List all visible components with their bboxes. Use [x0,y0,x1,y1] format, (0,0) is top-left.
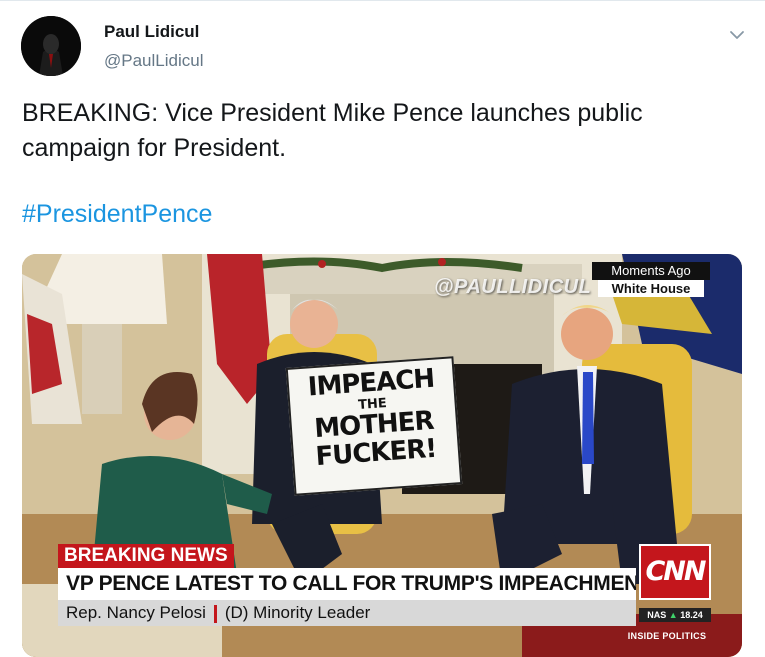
watermark: @PAULLIDICUL [434,276,592,298]
cnn-logo-text: CNN [645,556,706,587]
subline-name: Rep. Nancy Pelosi [66,603,206,622]
protest-sign: IMPEACH THE MOTHER FUCKER! [285,356,463,496]
author-name[interactable]: Paul Lidicul [104,22,199,42]
top-divider [0,0,765,1]
lower-third-divider [213,604,217,623]
ticker-symbol: NAS [647,610,667,620]
tweet-media[interactable]: @PAULLIDICUL Moments Ago White House IMP… [22,254,742,657]
cnn-logo: CNN [639,544,711,600]
subline-title: (D) Minority Leader [224,603,371,622]
breaking-news-tag: BREAKING NEWS [58,544,234,568]
ticker-value: 18.24 [680,610,703,620]
location-badge: White House [598,280,704,297]
chevron-down-icon[interactable] [728,26,746,44]
lower-third: Rep. Nancy Pelosi (D) Minority Leader [58,600,636,626]
program-label: INSIDE POLITICS [627,631,707,641]
time-badge: Moments Ago [592,262,710,280]
headline-banner: VP PENCE LATEST TO CALL FOR TRUMP'S IMPE… [58,568,636,600]
author-handle[interactable]: @PaulLidicul [104,51,203,71]
avatar-image [21,16,81,76]
avatar[interactable] [21,16,81,76]
hashtag-link[interactable]: #PresidentPence [22,200,212,229]
tweet-text: BREAKING: Vice President Mike Pence laun… [22,99,643,162]
ticker-up-icon: ▲ [668,610,678,620]
market-ticker: NAS ▲ 18.24 [639,608,711,622]
